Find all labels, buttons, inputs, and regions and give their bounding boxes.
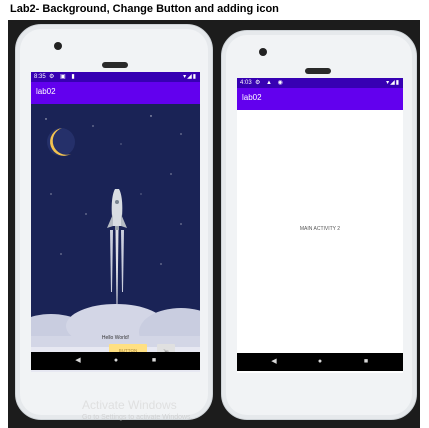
- nav-back-icon[interactable]: ◀: [267, 353, 281, 371]
- nav-back-icon[interactable]: ◀: [71, 352, 85, 370]
- nav-recents-icon[interactable]: ■: [147, 352, 161, 370]
- activate-windows-subtitle: Go to Settings to activate Windows.: [82, 414, 193, 421]
- app-title: lab02: [36, 87, 56, 96]
- earpiece-speaker: [305, 68, 331, 74]
- app-bar: lab02: [237, 88, 403, 110]
- phone-left: 8:35 ⚙ ▣ ▮ ▾◢▮ lab02 Hello World! BUTTON…: [15, 24, 213, 420]
- navigation-bar: ◀ ● ■: [237, 353, 403, 371]
- night-sky-background: [31, 104, 200, 354]
- front-camera: [54, 42, 62, 50]
- hello-text: Hello World!: [101, 335, 130, 341]
- status-right-icons: ▾◢▮: [386, 80, 400, 86]
- status-bar: 4:03 ⚙ ▲ ◉ ▾◢▮: [237, 78, 403, 88]
- front-camera: [259, 48, 267, 56]
- left-screen: 8:35 ⚙ ▣ ▮ ▾◢▮ lab02 Hello World! BUTTON…: [31, 72, 200, 372]
- status-time: 4:03: [240, 80, 252, 86]
- app-title: lab02: [242, 93, 262, 102]
- right-screen: 4:03 ⚙ ▲ ◉ ▾◢▮ lab02 MAIN ACTIVITY 2: [237, 78, 403, 373]
- activate-windows-title: Activate Windows: [82, 398, 177, 412]
- nav-home-icon[interactable]: ●: [109, 352, 123, 370]
- page-heading: Lab2- Background, Change Button and addi…: [10, 3, 279, 15]
- navigation-bar: ◀ ● ■: [31, 352, 200, 370]
- app-bar: lab02: [31, 82, 200, 104]
- status-bar: 8:35 ⚙ ▣ ▮ ▾◢▮: [31, 72, 200, 82]
- status-left-icons: ⚙ ▲ ◉: [255, 80, 285, 86]
- status-time: 8:35: [34, 74, 46, 80]
- nav-recents-icon[interactable]: ■: [359, 353, 373, 371]
- main-activity-text: MAIN ACTIVITY 2: [299, 226, 341, 232]
- earpiece-speaker: [102, 62, 128, 68]
- status-right-icons: ▾◢▮: [183, 74, 197, 80]
- phone-right: 4:03 ⚙ ▲ ◉ ▾◢▮ lab02 MAIN ACTIVITY 2 ◀ ●…: [221, 30, 417, 420]
- status-left-icons: ⚙ ▣ ▮: [49, 74, 77, 80]
- nav-home-icon[interactable]: ●: [313, 353, 327, 371]
